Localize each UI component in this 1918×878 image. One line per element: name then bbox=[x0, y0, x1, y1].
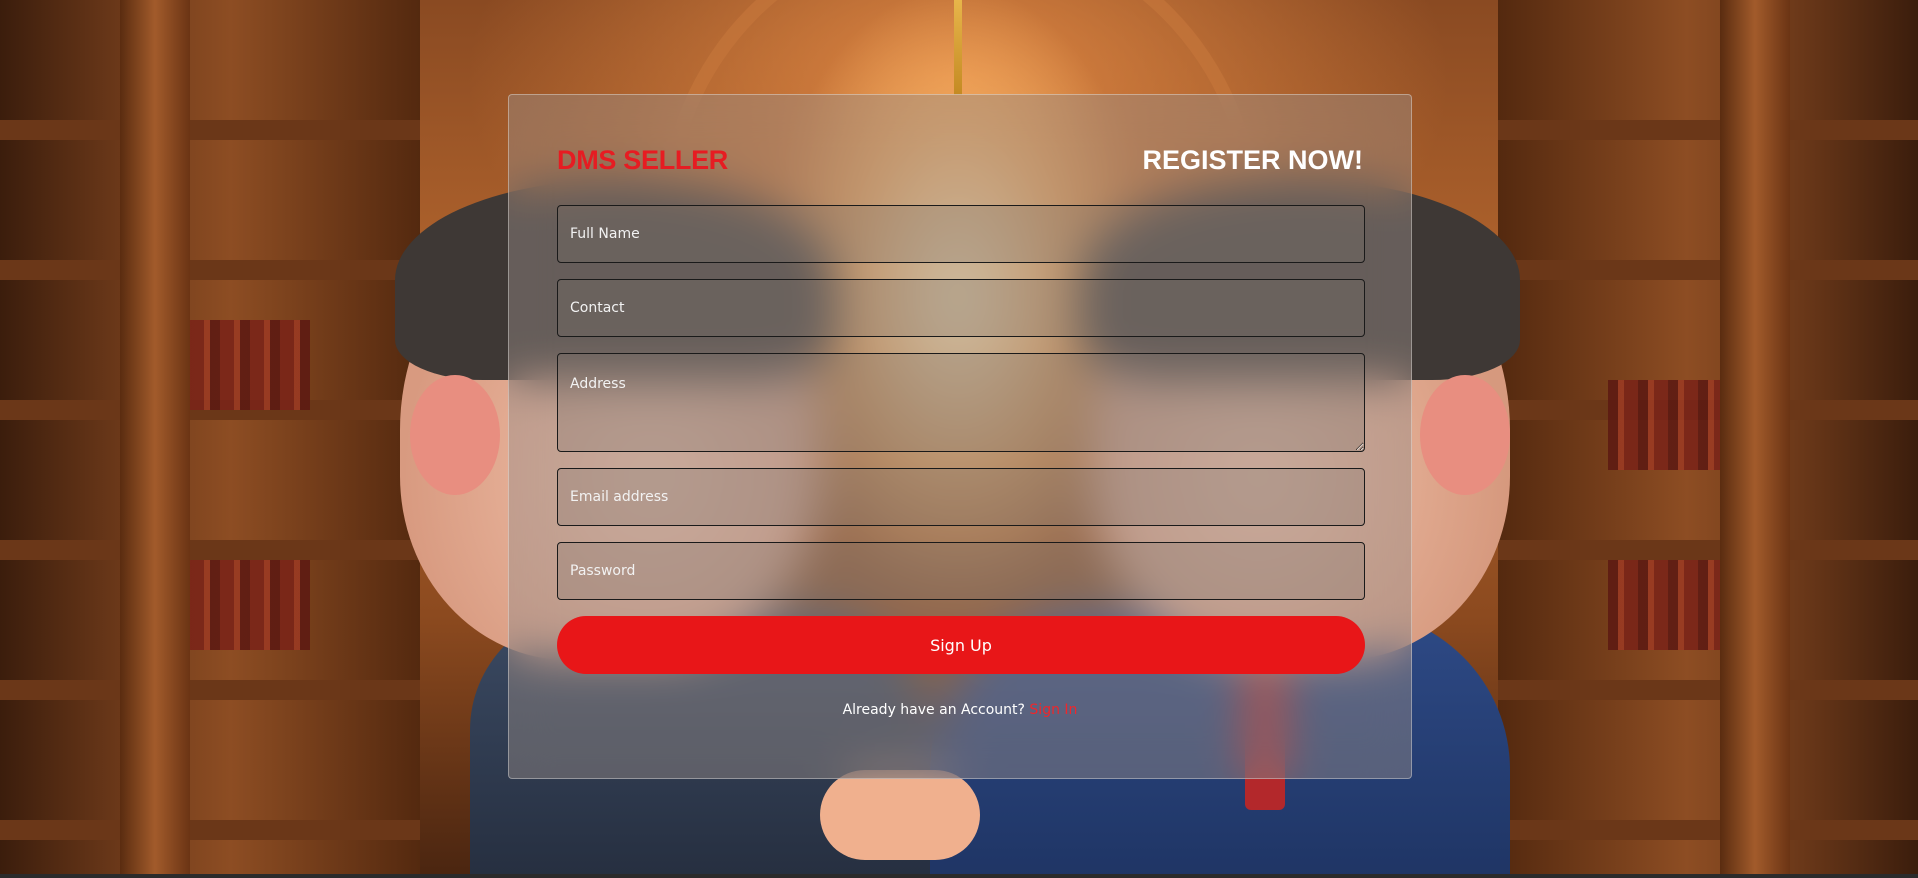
handshake bbox=[820, 770, 980, 860]
bookshelf-right bbox=[1498, 0, 1918, 878]
card-header: DMS SELLER REGISTER NOW! bbox=[557, 143, 1363, 177]
person-right-ear bbox=[1420, 375, 1510, 495]
chandelier bbox=[954, 0, 962, 95]
password-input[interactable] bbox=[557, 542, 1365, 600]
brand-logo-text: DMS SELLER bbox=[557, 144, 729, 175]
signin-prompt: Already have an Account? bbox=[842, 702, 1030, 718]
pillar-right bbox=[1720, 0, 1790, 878]
signin-row: Already have an Account? Sign In bbox=[557, 702, 1363, 718]
email-input[interactable] bbox=[557, 468, 1365, 526]
contact-input[interactable] bbox=[557, 279, 1365, 337]
pillar-left bbox=[120, 0, 190, 878]
bookshelf-left bbox=[0, 0, 420, 878]
sign-in-link[interactable]: Sign In bbox=[1029, 702, 1077, 718]
register-title: REGISTER NOW! bbox=[1142, 144, 1364, 175]
bottom-strip bbox=[0, 874, 1918, 878]
address-textarea[interactable] bbox=[557, 353, 1365, 452]
sign-up-button[interactable]: Sign Up bbox=[557, 616, 1365, 674]
registration-form: Sign Up bbox=[557, 205, 1365, 674]
person-left-ear bbox=[410, 375, 500, 495]
full-name-input[interactable] bbox=[557, 205, 1365, 263]
registration-card: DMS SELLER REGISTER NOW! Sign Up Already… bbox=[508, 94, 1412, 779]
